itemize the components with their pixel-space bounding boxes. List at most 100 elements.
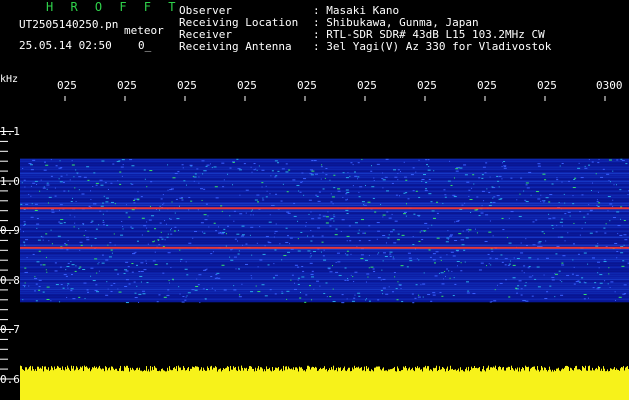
level-column	[333, 365, 334, 400]
echo-speckle	[57, 235, 61, 237]
level-column	[423, 367, 424, 400]
echo-speckle	[95, 291, 99, 293]
echo-speckle	[308, 199, 312, 201]
level-column	[487, 367, 488, 400]
level-column	[207, 366, 208, 400]
echo-speckle	[178, 205, 180, 207]
echo-speckle	[67, 240, 69, 242]
echo-speckle	[198, 274, 202, 276]
echo-speckle	[185, 296, 187, 298]
echo-speckle	[187, 292, 191, 294]
band-striation	[20, 298, 629, 300]
level-column	[524, 370, 525, 400]
echo-speckle	[433, 170, 435, 172]
echo-speckle	[544, 298, 548, 300]
level-column	[110, 370, 111, 400]
level-column	[390, 369, 391, 400]
level-column	[580, 369, 581, 400]
echo-speckle	[256, 169, 258, 171]
echo-speckle	[350, 162, 353, 164]
level-column	[315, 366, 316, 400]
echo-speckle	[35, 300, 38, 302]
echo-speckle	[468, 229, 472, 231]
level-column	[291, 368, 292, 400]
echo-speckle	[315, 194, 318, 196]
echo-speckle	[26, 257, 28, 259]
echo-speckle	[491, 186, 494, 188]
level-column	[409, 367, 410, 400]
level-column	[69, 369, 70, 400]
echo-speckle	[137, 199, 140, 201]
level-column	[404, 367, 405, 400]
band-striation	[20, 274, 629, 276]
level-column	[314, 368, 315, 400]
echo-speckle	[181, 164, 184, 166]
echo-speckle	[397, 233, 400, 235]
echo-speckle	[20, 228, 22, 230]
level-column	[552, 369, 553, 400]
echo-speckle	[193, 180, 195, 182]
echo-speckle	[401, 234, 405, 236]
level-column	[391, 369, 392, 400]
echo-speckle	[420, 284, 422, 286]
echo-speckle	[51, 211, 55, 213]
echo-speckle	[468, 231, 470, 233]
level-column	[31, 370, 32, 400]
echo-speckle	[525, 182, 529, 184]
echo-speckle	[564, 240, 566, 242]
echo-speckle	[43, 186, 45, 188]
echo-speckle	[446, 254, 448, 256]
echo-speckle	[415, 171, 417, 173]
echo-speckle	[251, 171, 253, 173]
level-column	[349, 367, 350, 400]
level-column	[137, 367, 138, 400]
level-column	[117, 370, 118, 400]
echo-speckle	[237, 240, 239, 242]
level-column	[379, 366, 380, 400]
echo-speckle	[233, 289, 237, 291]
level-column	[383, 367, 384, 400]
echo-speckle	[218, 226, 220, 228]
echo-speckle	[506, 237, 508, 239]
echo-speckle	[508, 263, 511, 265]
echo-speckle	[289, 243, 291, 245]
level-column	[38, 366, 39, 400]
level-column	[198, 367, 199, 400]
band-striation	[20, 286, 629, 288]
echo-speckle	[131, 263, 134, 265]
echo-speckle	[340, 231, 342, 233]
echo-speckle	[366, 298, 368, 300]
echo-speckle	[403, 161, 405, 163]
echo-speckle	[150, 181, 153, 183]
echo-speckle	[432, 292, 436, 294]
level-column	[462, 369, 463, 400]
echo-speckle	[446, 268, 449, 270]
echo-speckle	[190, 200, 193, 202]
echo-speckle	[382, 216, 384, 218]
level-column	[212, 369, 213, 400]
level-column	[549, 366, 550, 400]
echo-speckle	[171, 201, 173, 203]
echo-speckle	[286, 298, 288, 300]
echo-speckle	[435, 251, 439, 253]
echo-speckle	[349, 175, 351, 177]
echo-speckle	[75, 169, 77, 171]
echo-speckle	[358, 229, 360, 231]
echo-speckle	[214, 277, 217, 279]
echo-speckle	[417, 215, 420, 217]
echo-speckle	[51, 243, 53, 245]
echo-speckle	[367, 201, 371, 203]
echo-speckle	[571, 273, 574, 275]
echo-speckle	[238, 250, 240, 252]
echo-speckle	[478, 215, 481, 217]
echo-speckle	[361, 159, 363, 161]
level-column	[621, 366, 622, 400]
echo-speckle	[87, 291, 90, 293]
echo-speckle	[103, 195, 105, 197]
echo-speckle	[172, 279, 174, 281]
level-column	[492, 367, 493, 400]
echo-speckle	[389, 231, 393, 233]
echo-speckle	[583, 293, 587, 295]
echo-speckle	[438, 272, 440, 274]
echo-speckle	[600, 176, 604, 178]
